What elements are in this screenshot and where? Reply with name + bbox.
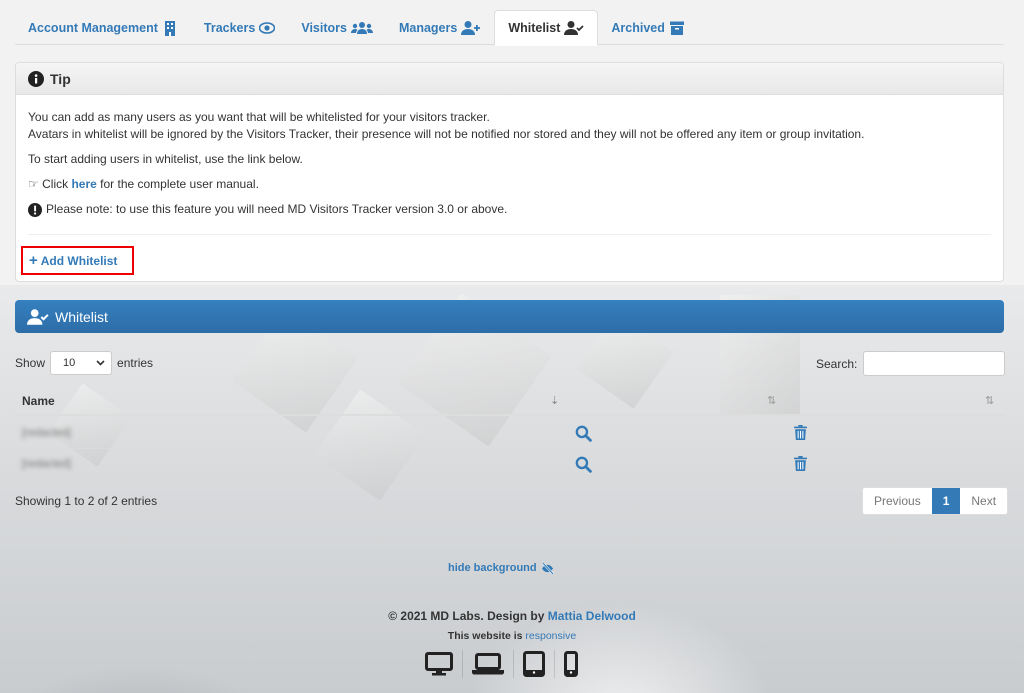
responsive-link[interactable]: responsive bbox=[525, 630, 576, 642]
eye-slash-icon bbox=[541, 562, 554, 574]
desktop-icon bbox=[425, 652, 453, 676]
version-note-text: Please note: to use this feature you wil… bbox=[46, 202, 508, 216]
user-check-icon bbox=[27, 308, 49, 325]
tip-line-1: You can add as many users as you want th… bbox=[28, 110, 490, 124]
entries-label: entries bbox=[117, 356, 154, 370]
whitelist-section-header: Whitelist bbox=[15, 300, 1004, 333]
plus-icon: + bbox=[29, 251, 38, 269]
column-header-name[interactable]: Name bbox=[22, 394, 55, 408]
table-row: [redacted] bbox=[15, 449, 1004, 480]
users-icon bbox=[350, 21, 373, 34]
table-header: Name ⇣ ⇅ ⇅ bbox=[15, 388, 1004, 416]
tip-title: Tip bbox=[50, 70, 71, 87]
manual-prefix: Click bbox=[42, 177, 69, 191]
manual-suffix: for the complete user manual. bbox=[100, 177, 259, 191]
table-row: [redacted] bbox=[15, 418, 1004, 449]
trash-icon[interactable] bbox=[794, 425, 807, 440]
tab-label: Account Management bbox=[28, 20, 158, 35]
hand-pointer-icon: ☞ bbox=[28, 177, 39, 191]
tab-label: Whitelist bbox=[508, 21, 561, 35]
exclamation-circle-icon bbox=[28, 202, 42, 217]
search-input[interactable] bbox=[863, 351, 1006, 376]
tip-panel-header: Tip bbox=[16, 63, 1003, 95]
tip-description: You can add as many users as you want th… bbox=[28, 109, 991, 143]
device-icons bbox=[416, 649, 587, 679]
tab-trackers[interactable]: Trackers bbox=[191, 10, 288, 45]
tip-panel: Tip You can add as many users as you wan… bbox=[15, 62, 1004, 282]
version-note: Please note: to use this feature you wil… bbox=[28, 201, 991, 218]
tab-label: Visitors bbox=[301, 20, 347, 35]
copyright-icon: © bbox=[388, 609, 398, 623]
tab-archived[interactable]: Archived bbox=[598, 10, 698, 45]
pagination-next[interactable]: Next bbox=[960, 488, 1007, 514]
sort-both-icon[interactable]: ⇅ bbox=[985, 394, 994, 407]
pagination-previous[interactable]: Previous bbox=[863, 488, 932, 514]
tip-line-3: To start adding users in whitelist, use … bbox=[28, 152, 303, 166]
hide-background-link[interactable]: hide background bbox=[448, 562, 554, 574]
add-whitelist-label: Add Whitelist bbox=[40, 253, 118, 268]
row-name: [redacted] bbox=[22, 427, 71, 439]
info-circle-icon bbox=[28, 70, 44, 87]
tab-visitors[interactable]: Visitors bbox=[288, 10, 386, 45]
page-length-select[interactable]: 10 bbox=[50, 351, 113, 375]
manual-line: ☞ Click here for the complete user manua… bbox=[28, 176, 991, 193]
table-info: Showing 1 to 2 of 2 entries bbox=[15, 494, 158, 508]
tip-line-2: Avatars in whitelist will be ignored by … bbox=[28, 127, 865, 141]
hide-background-label: hide background bbox=[448, 562, 537, 574]
building-icon bbox=[164, 20, 175, 36]
add-whitelist-button[interactable]: + Add Whitelist bbox=[21, 246, 134, 275]
tab-label: Managers bbox=[398, 20, 458, 35]
responsive-note: This website is responsive bbox=[0, 630, 1024, 642]
search-icon[interactable] bbox=[575, 456, 592, 473]
show-label: Show bbox=[15, 356, 46, 370]
pagination-page[interactable]: 1 bbox=[931, 488, 961, 514]
search-label: Search: bbox=[816, 356, 858, 371]
mobile-icon bbox=[564, 651, 578, 677]
manual-link[interactable]: here bbox=[71, 177, 96, 191]
tablet-icon bbox=[523, 651, 545, 677]
eye-icon bbox=[259, 21, 276, 34]
pagination: Previous 1 Next bbox=[862, 487, 1009, 515]
archive-icon bbox=[669, 21, 684, 35]
copyright-text: 2021 MD Labs. Design by bbox=[400, 609, 545, 623]
page-length-value: 10 bbox=[63, 357, 76, 369]
chevron-down-icon bbox=[96, 360, 105, 366]
tab-label: Archived bbox=[611, 20, 665, 35]
user-check-icon bbox=[564, 21, 585, 35]
tab-label: Trackers bbox=[203, 20, 256, 35]
copyright: © 2021 MD Labs. Design by Mattia Delwood bbox=[0, 609, 1024, 623]
user-plus-icon bbox=[461, 20, 481, 35]
trash-icon[interactable] bbox=[794, 456, 807, 471]
search-control: Search: bbox=[816, 351, 1006, 376]
divider bbox=[28, 234, 991, 235]
sort-asc-icon[interactable]: ⇣ bbox=[550, 394, 559, 407]
sort-both-icon[interactable]: ⇅ bbox=[767, 394, 776, 407]
whitelist-title: Whitelist bbox=[55, 308, 108, 325]
laptop-icon bbox=[472, 653, 504, 675]
page-length-control: Show 10 entries bbox=[15, 351, 153, 375]
responsive-prefix: This website is bbox=[447, 630, 523, 642]
search-icon[interactable] bbox=[575, 425, 592, 442]
tab-managers[interactable]: Managers bbox=[386, 10, 494, 45]
designer-link[interactable]: Mattia Delwood bbox=[548, 609, 636, 623]
tab-whitelist[interactable]: Whitelist bbox=[494, 10, 599, 46]
tab-bar: Account Management Trackers Visitors Man… bbox=[15, 10, 1004, 46]
row-name: [redacted] bbox=[22, 458, 71, 470]
tab-account-management[interactable]: Account Management bbox=[15, 10, 191, 45]
